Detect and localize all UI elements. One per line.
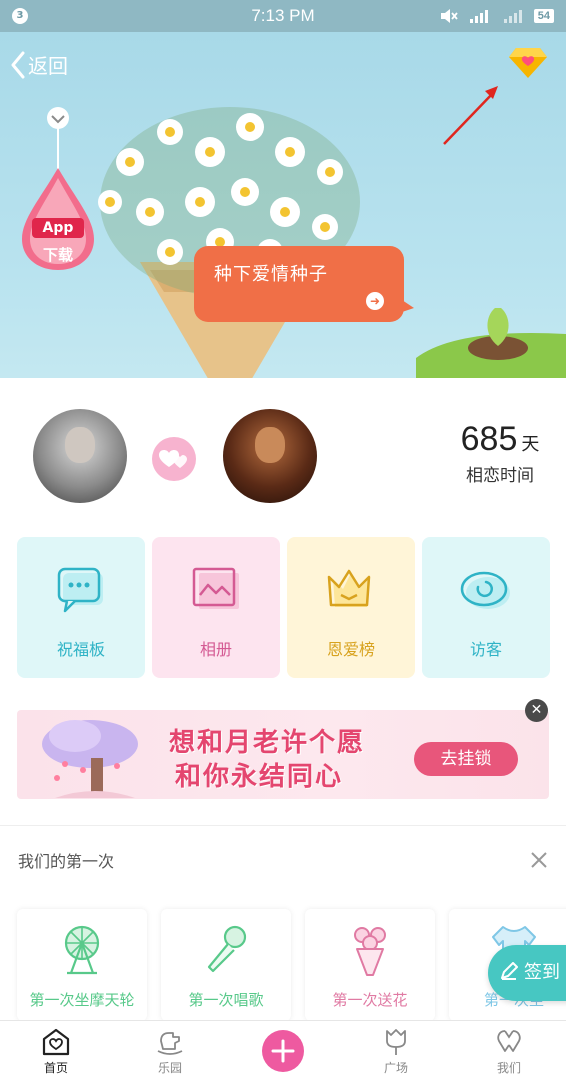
status-bar: 3 7:13 PM 54 xyxy=(0,0,566,32)
avatar-face xyxy=(65,427,95,463)
signal-icon xyxy=(503,10,522,23)
plant-seed-bubble[interactable]: 种下爱情种子 ➜ xyxy=(194,246,414,322)
nav-label: 我们 xyxy=(496,1061,521,1075)
app-badge-bottom: 下载 xyxy=(42,246,73,264)
home-heart-icon xyxy=(42,1028,70,1056)
firsts-title: 我们的第一次 xyxy=(18,852,115,871)
app-badge-top: App xyxy=(42,220,74,236)
first-card-label: 第一次坐摩天轮 xyxy=(29,991,135,1009)
check-in-button[interactable]: 签到 xyxy=(488,945,566,1001)
banner-line-1: 想和月老许个愿 xyxy=(169,728,366,758)
feature-card-love-ranking[interactable]: 恩爱榜 xyxy=(287,537,415,678)
feature-label: 相册 xyxy=(199,640,232,659)
nav-item-us[interactable]: 我们 xyxy=(469,1021,549,1080)
tulip-icon xyxy=(386,1029,406,1055)
first-card-singing[interactable]: 第一次唱歌 xyxy=(161,909,291,1021)
add-button[interactable] xyxy=(262,1030,304,1072)
feature-label: 访客 xyxy=(469,640,502,659)
nav-label: 乐园 xyxy=(157,1061,182,1075)
battery-icon: 54 xyxy=(533,9,554,23)
feature-label: 祝福板 xyxy=(56,640,105,659)
bubble-text: 种下爱情种子 xyxy=(214,264,328,285)
double-heart-icon xyxy=(152,437,196,481)
back-label: 返回 xyxy=(28,54,68,78)
back-button[interactable]: 返回 xyxy=(10,50,68,79)
love-days-counter: 685 天 相恋时间 xyxy=(440,420,560,486)
couple-rings-icon xyxy=(497,1030,521,1052)
feature-card-album[interactable]: 相册 xyxy=(152,537,280,678)
signal-4g-icon xyxy=(469,10,488,23)
app-download-badge[interactable]: App 下载 xyxy=(20,104,96,274)
status-icons: 54 xyxy=(440,7,554,25)
arrow-right-icon: ➜ xyxy=(366,292,384,310)
first-card-label: 第一次送花 xyxy=(332,991,408,1009)
nav-label: 广场 xyxy=(383,1061,408,1075)
wishing-tree-icon xyxy=(42,720,138,798)
ferris-wheel-icon xyxy=(64,925,100,975)
hang-lock-button[interactable]: 去挂锁 xyxy=(414,742,518,776)
chat-bubble-icon xyxy=(57,567,103,613)
avatar-face xyxy=(255,427,285,463)
bubble-tail xyxy=(402,300,414,312)
nav-item-square[interactable]: 广场 xyxy=(356,1021,436,1080)
annotation-arrow-icon xyxy=(443,86,498,145)
crown-icon xyxy=(327,569,371,607)
feature-card-blessing-board[interactable]: 祝福板 xyxy=(17,537,145,678)
banner-close-button[interactable]: ✕ xyxy=(525,699,548,722)
days-unit: 天 xyxy=(521,434,540,455)
days-value: 685 xyxy=(460,420,518,458)
close-icon[interactable] xyxy=(530,851,548,869)
pencil-icon xyxy=(501,962,518,980)
feature-label: 恩爱榜 xyxy=(326,640,375,659)
first-card-ferris-wheel[interactable]: 第一次坐摩天轮 xyxy=(17,909,147,1021)
check-in-label: 签到 xyxy=(524,962,560,983)
first-card-flowers[interactable]: 第一次送花 xyxy=(305,909,435,1021)
diamond-heart-icon[interactable] xyxy=(508,46,548,80)
avatar-left[interactable] xyxy=(33,409,127,503)
nav-label: 首页 xyxy=(43,1061,68,1075)
avatar-right[interactable] xyxy=(223,409,317,503)
banner-line-2: 和你永结同心 xyxy=(175,762,344,792)
microphone-icon xyxy=(207,925,247,973)
feature-card-visitors[interactable]: 访客 xyxy=(422,537,550,678)
first-card-label: 第一次唱歌 xyxy=(188,991,264,1009)
days-label: 相恋时间 xyxy=(466,466,534,486)
rocking-horse-icon xyxy=(157,1032,183,1055)
hero-banner: 返回 App 下载 种下爱情种子 ➜ xyxy=(0,32,566,378)
mute-icon xyxy=(440,9,458,23)
flower-bouquet-illustration xyxy=(98,107,360,378)
bouquet-icon xyxy=(354,927,386,976)
nav-item-home[interactable]: 首页 xyxy=(16,1021,96,1080)
seed-sprout-icon[interactable] xyxy=(416,308,566,378)
chevron-left-icon xyxy=(11,51,25,78)
section-divider xyxy=(0,825,566,826)
wish-lock-banner[interactable]: 想和月老许个愿 和你永结同心 去挂锁 xyxy=(17,710,549,799)
nav-item-park[interactable]: 乐园 xyxy=(130,1021,210,1080)
eye-icon xyxy=(460,571,510,609)
photo-album-icon xyxy=(192,567,239,609)
plus-icon xyxy=(271,1039,295,1063)
